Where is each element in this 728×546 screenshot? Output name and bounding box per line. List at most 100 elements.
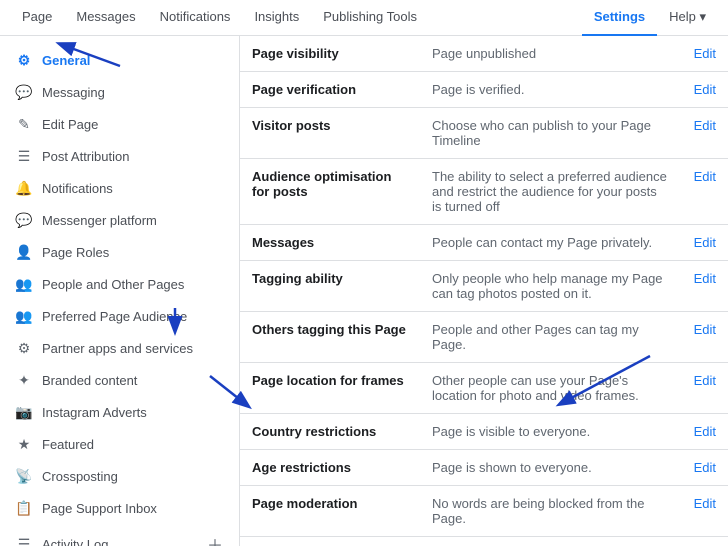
nav-item-settings[interactable]: Settings (582, 0, 657, 36)
sidebar-item-page-roles[interactable]: 👤 Page Roles (0, 236, 239, 268)
sidebar-item-label: Messenger platform (42, 213, 223, 228)
sidebar-item-label: Featured (42, 437, 223, 452)
sidebar-item-label: Preferred Page Audience (42, 309, 223, 324)
sidebar-item-notifications[interactable]: 🔔 Notifications (0, 172, 239, 204)
table-row: Page visibility Page unpublished Edit (240, 36, 728, 72)
setting-value: Page unpublished (420, 36, 682, 72)
table-row: Page location for frames Other people ca… (240, 363, 728, 414)
edit-link[interactable]: Edit (694, 322, 716, 337)
setting-name: Visitor posts (240, 108, 420, 159)
settings-table: Page visibility Page unpublished Edit Pa… (240, 36, 728, 546)
setting-value: No words are being blocked from the Page… (420, 486, 682, 537)
setting-value: Page is shown to everyone. (420, 450, 682, 486)
edit-link[interactable]: Edit (694, 169, 716, 184)
sidebar-item-label: Crossposting (42, 469, 223, 484)
nav-item-page[interactable]: Page (10, 0, 64, 36)
setting-name: Page moderation (240, 486, 420, 537)
inbox-icon: 📋 (16, 500, 32, 516)
sidebar-item-branded[interactable]: ✦ Branded content (0, 364, 239, 396)
sidebar-item-preferred-audience[interactable]: 👥 Preferred Page Audience (0, 300, 239, 332)
table-row: Audience optimisation for posts The abil… (240, 159, 728, 225)
sidebar-item-label: General (42, 53, 223, 68)
table-row: Page verification Page is verified. Edit (240, 72, 728, 108)
edit-link[interactable]: Edit (694, 235, 716, 250)
setting-value: Turned off (420, 537, 682, 546)
edit-link[interactable]: Edit (694, 118, 716, 133)
nav-item-messages[interactable]: Messages (64, 0, 147, 36)
sidebar-item-label: Branded content (42, 373, 223, 388)
gear-icon: ⚙ (16, 52, 32, 68)
setting-name: Profanity filter (240, 537, 420, 546)
person-icon: 👤 (16, 244, 32, 260)
sidebar-item-messaging[interactable]: 💬 Messaging (0, 76, 239, 108)
sidebar-item-label: Post Attribution (42, 149, 223, 164)
edit-link[interactable]: Edit (694, 46, 716, 61)
setting-name: Country restrictions (240, 414, 420, 450)
crosspost-icon: 📡 (16, 468, 32, 484)
sidebar-item-support[interactable]: 📋 Page Support Inbox (0, 492, 239, 524)
sidebar-item-label: Page Support Inbox (42, 501, 223, 516)
sidebar-item-instagram[interactable]: 📷 Instagram Adverts (0, 396, 239, 428)
setting-name: Others tagging this Page (240, 312, 420, 363)
setting-value: Choose who can publish to your Page Time… (420, 108, 682, 159)
table-row: Country restrictions Page is visible to … (240, 414, 728, 450)
edit-icon: ✎ (16, 116, 32, 132)
nav-item-publishing[interactable]: Publishing Tools (311, 0, 429, 36)
top-nav: Page Messages Notifications Insights Pub… (0, 0, 728, 36)
sidebar-item-general[interactable]: ⚙ General (0, 44, 239, 76)
sidebar-item-messenger[interactable]: 💬 Messenger platform (0, 204, 239, 236)
table-row: Messages People can contact my Page priv… (240, 225, 728, 261)
bell-icon: 🔔 (16, 180, 32, 196)
plus-button[interactable]: ＋ (207, 532, 223, 546)
setting-value: Other people can use your Page's locatio… (420, 363, 682, 414)
table-row: Age restrictions Page is shown to everyo… (240, 450, 728, 486)
sidebar-item-label: People and Other Pages (42, 277, 223, 292)
table-row: Visitor posts Choose who can publish to … (240, 108, 728, 159)
star-icon: ★ (16, 436, 32, 452)
branded-icon: ✦ (16, 372, 32, 388)
sidebar-item-featured[interactable]: ★ Featured (0, 428, 239, 460)
sidebar-item-post-attribution[interactable]: ☰ Post Attribution (0, 140, 239, 172)
edit-link[interactable]: Edit (694, 271, 716, 286)
setting-name: Audience optimisation for posts (240, 159, 420, 225)
edit-link[interactable]: Edit (694, 373, 716, 388)
nav-item-insights[interactable]: Insights (242, 0, 311, 36)
table-row: Others tagging this Page People and othe… (240, 312, 728, 363)
nav-item-notifications[interactable]: Notifications (148, 0, 243, 36)
content-area: Page visibility Page unpublished Edit Pa… (240, 36, 728, 546)
setting-name: Page location for frames (240, 363, 420, 414)
sidebar-item-label: Page Roles (42, 245, 223, 260)
nav-item-help[interactable]: Help ▾ (657, 0, 718, 36)
instagram-icon: 📷 (16, 404, 32, 420)
sidebar-item-label: Activity Log (42, 537, 197, 546)
setting-value: Page is visible to everyone. (420, 414, 682, 450)
setting-name: Tagging ability (240, 261, 420, 312)
edit-link[interactable]: Edit (694, 460, 716, 475)
sidebar-item-label: Edit Page (42, 117, 223, 132)
table-row: Profanity filter Turned off Edit (240, 537, 728, 546)
sidebar-item-label: Messaging (42, 85, 223, 100)
setting-name: Age restrictions (240, 450, 420, 486)
sidebar-item-label: Notifications (42, 181, 223, 196)
sidebar-item-activity[interactable]: ☰ Activity Log ＋ (0, 524, 239, 546)
list-icon: ☰ (16, 148, 32, 164)
edit-link[interactable]: Edit (694, 424, 716, 439)
settings-icon: ⚙ (16, 340, 32, 356)
table-row: Tagging ability Only people who help man… (240, 261, 728, 312)
sidebar: ⚙ General 💬 Messaging ✎ Edit Page ☰ Post… (0, 36, 240, 546)
sidebar-item-crossposting[interactable]: 📡 Crossposting (0, 460, 239, 492)
activity-icon: ☰ (16, 536, 32, 546)
setting-value: Page is verified. (420, 72, 682, 108)
setting-name: Messages (240, 225, 420, 261)
setting-value: People can contact my Page privately. (420, 225, 682, 261)
setting-value: Only people who help manage my Page can … (420, 261, 682, 312)
people-icon: 👥 (16, 276, 32, 292)
sidebar-item-edit-page[interactable]: ✎ Edit Page (0, 108, 239, 140)
edit-link[interactable]: Edit (694, 82, 716, 97)
sidebar-item-partner-apps[interactable]: ⚙ Partner apps and services (0, 332, 239, 364)
sidebar-item-people-pages[interactable]: 👥 People and Other Pages (0, 268, 239, 300)
setting-name: Page visibility (240, 36, 420, 72)
table-row: Page moderation No words are being block… (240, 486, 728, 537)
sidebar-item-label: Instagram Adverts (42, 405, 223, 420)
edit-link[interactable]: Edit (694, 496, 716, 511)
